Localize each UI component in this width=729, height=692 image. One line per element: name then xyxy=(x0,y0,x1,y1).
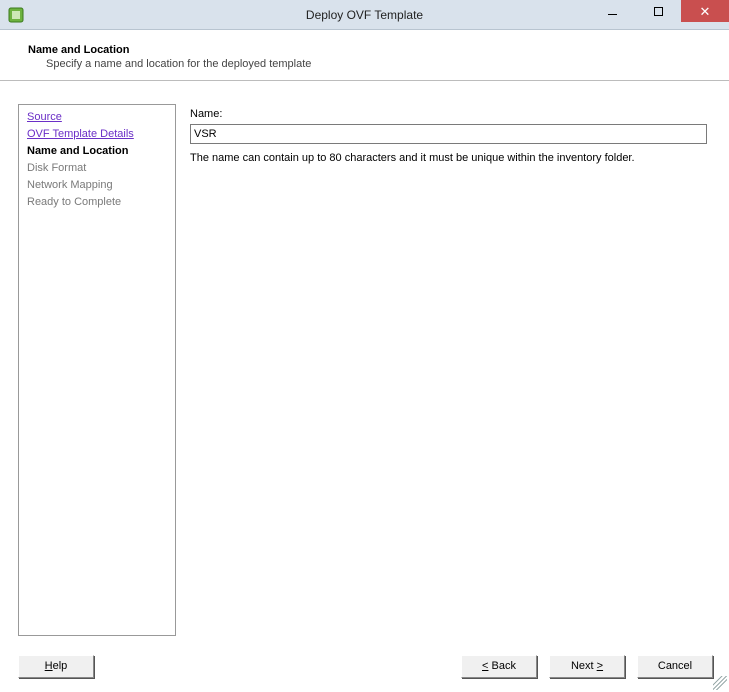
wizard-content: Name: The name can contain up to 80 char… xyxy=(176,104,713,636)
step-source[interactable]: Source xyxy=(27,109,167,126)
step-disk-format: Disk Format xyxy=(27,160,167,177)
wizard-header: Name and Location Specify a name and loc… xyxy=(0,30,729,81)
maximize-icon xyxy=(654,7,663,16)
help-button[interactable]: Help xyxy=(18,655,94,678)
step-name-and-location: Name and Location xyxy=(27,143,167,160)
maximize-button[interactable] xyxy=(635,0,681,22)
name-hint: The name can contain up to 80 characters… xyxy=(190,152,707,164)
window-controls: ✕ xyxy=(589,0,729,22)
wizard-footer: Help < Back Next > Cancel xyxy=(18,652,713,680)
cancel-button[interactable]: Cancel xyxy=(637,655,713,678)
step-network-mapping: Network Mapping xyxy=(27,177,167,194)
minimize-button[interactable] xyxy=(589,0,635,22)
wizard-steps-sidebar: Source OVF Template Details Name and Loc… xyxy=(18,104,176,636)
wizard-body: Source OVF Template Details Name and Loc… xyxy=(18,104,713,636)
close-icon: ✕ xyxy=(700,5,711,18)
back-text: Back xyxy=(488,660,516,672)
name-label: Name: xyxy=(190,108,707,120)
close-button[interactable]: ✕ xyxy=(681,0,729,22)
page-title: Name and Location xyxy=(28,44,709,56)
name-input[interactable] xyxy=(190,124,707,144)
step-ovf-template-details[interactable]: OVF Template Details xyxy=(27,126,167,143)
step-ready-to-complete: Ready to Complete xyxy=(27,194,167,211)
minimize-icon xyxy=(608,14,617,15)
next-button[interactable]: Next > xyxy=(549,655,625,678)
app-icon xyxy=(8,7,24,23)
help-rest: elp xyxy=(53,660,68,672)
page-subtitle: Specify a name and location for the depl… xyxy=(46,58,709,70)
resize-grip[interactable] xyxy=(713,676,727,690)
titlebar: Deploy OVF Template ✕ xyxy=(0,0,729,30)
next-text: Next xyxy=(571,660,597,672)
next-underline: > xyxy=(597,660,603,672)
back-button[interactable]: < Back xyxy=(461,655,537,678)
help-underline: H xyxy=(45,660,53,672)
